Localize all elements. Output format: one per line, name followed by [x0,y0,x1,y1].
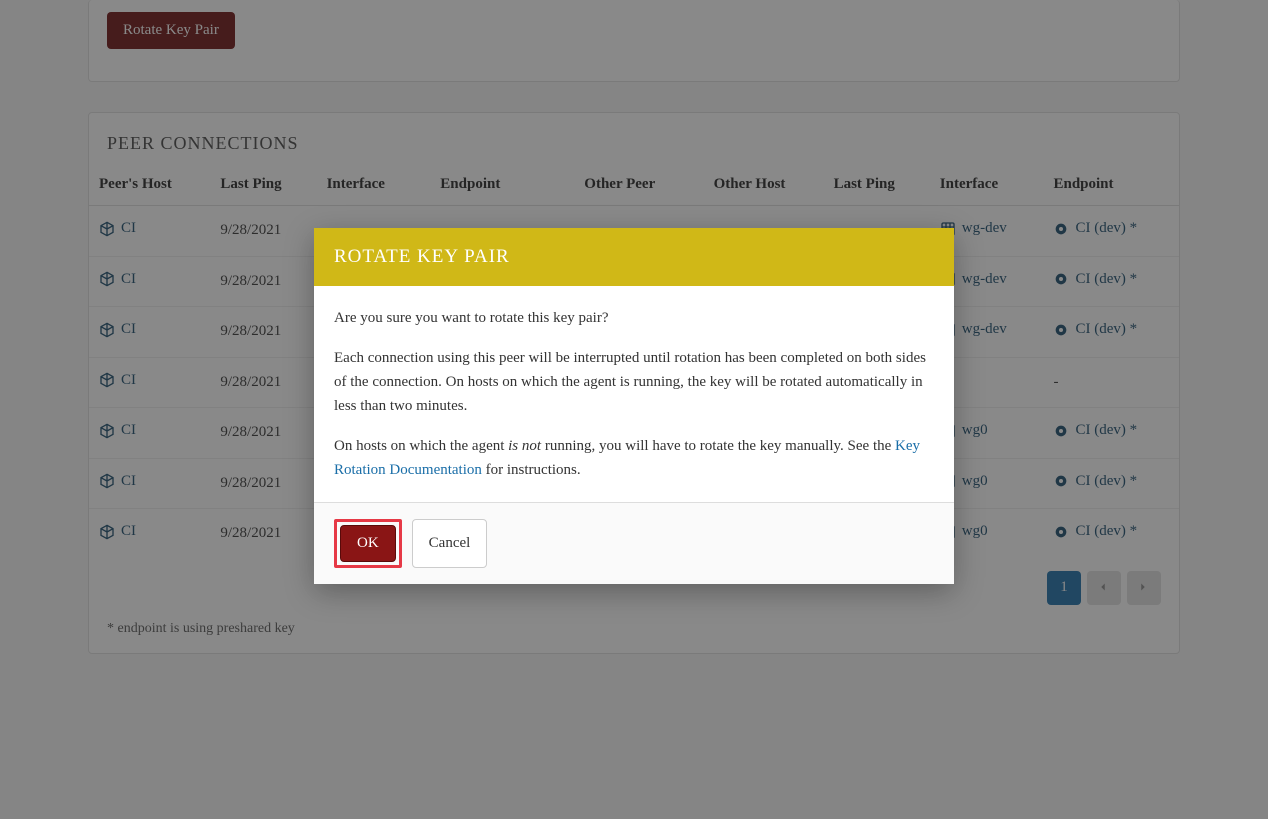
modal-footer: OK Cancel [314,502,954,584]
cancel-button[interactable]: Cancel [412,519,488,568]
modal-body: Are you sure you want to rotate this key… [314,286,954,502]
modal-title: ROTATE KEY PAIR [314,228,954,286]
rotate-key-pair-modal: ROTATE KEY PAIR Are you sure you want to… [314,228,954,584]
ok-button[interactable]: OK [340,525,396,562]
modal-text-info: Each connection using this peer will be … [334,346,934,418]
modal-text-confirm: Are you sure you want to rotate this key… [334,306,934,330]
modal-text-manual: On hosts on which the agent is not runni… [334,434,934,482]
modal-overlay[interactable]: ROTATE KEY PAIR Are you sure you want to… [0,0,1268,819]
ok-button-highlight: OK [334,519,402,568]
